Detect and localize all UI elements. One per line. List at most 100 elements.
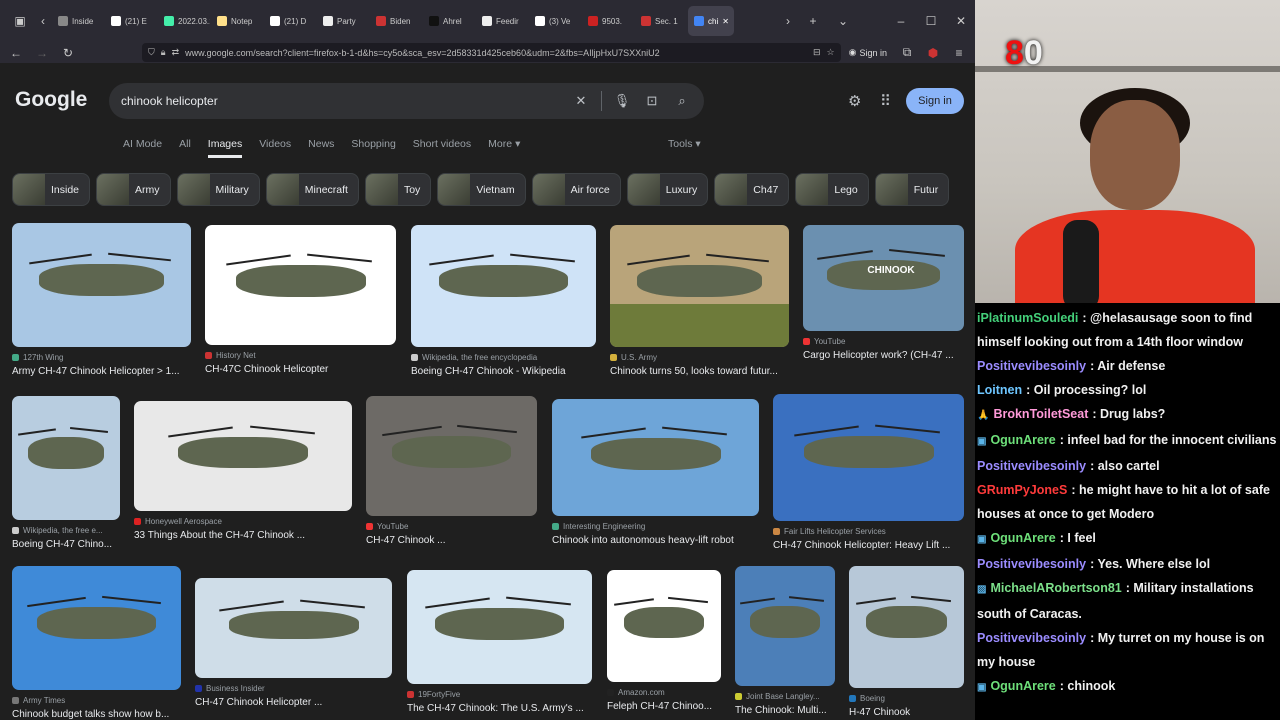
result-source[interactable]: YouTube xyxy=(366,522,537,531)
result-title[interactable]: The CH-47 Chinook: The U.S. Army's ... xyxy=(407,703,592,714)
browser-tab[interactable]: Inside xyxy=(52,6,104,36)
image-result[interactable]: Amazon.com Feleph CH-47 Chinoo... xyxy=(607,570,721,712)
result-title[interactable]: Feleph CH-47 Chinoo... xyxy=(607,701,721,712)
browser-tab[interactable]: (3) Ve xyxy=(529,6,581,36)
image-result[interactable]: History Net CH-47C Chinook Helicopter xyxy=(205,225,396,375)
result-title[interactable]: Cargo Helicopter work? (CH-47 ... xyxy=(803,350,964,361)
browser-tab[interactable]: 2022.03.1 xyxy=(158,6,210,36)
result-thumbnail[interactable] xyxy=(12,566,181,690)
result-source[interactable]: Honeywell Aerospace xyxy=(134,517,352,526)
chip-luxury[interactable]: Luxury xyxy=(626,173,709,206)
image-result[interactable]: Wikipedia, the free encyclopedia Boeing … xyxy=(411,225,596,377)
result-source[interactable]: Boeing xyxy=(849,694,964,703)
chip-inside[interactable]: Inside xyxy=(12,173,91,206)
tab-overview-icon[interactable]: ▣ xyxy=(6,6,34,36)
result-title[interactable]: H-47 Chinook xyxy=(849,707,964,718)
chip-toy[interactable]: Toy xyxy=(364,173,432,206)
browser-tab[interactable]: Sec. 1 xyxy=(635,6,687,36)
result-title[interactable]: CH-47 Chinook ... xyxy=(366,535,537,546)
result-title[interactable]: CH-47 Chinook Helicopter: Heavy Lift ... xyxy=(773,540,964,551)
minimize-icon[interactable]: – xyxy=(887,6,915,36)
image-result[interactable]: YouTube CH-47 Chinook ... xyxy=(366,396,537,546)
tab-news[interactable]: News xyxy=(308,138,334,158)
image-result[interactable]: Fair Lifts Helicopter Services CH-47 Chi… xyxy=(773,394,964,551)
close-window-icon[interactable]: ✕ xyxy=(947,6,975,36)
result-title[interactable]: Chinook turns 50, looks toward futur... xyxy=(610,366,789,377)
image-result[interactable]: U.S. Army Chinook turns 50, looks toward… xyxy=(610,225,789,377)
image-result[interactable]: Joint Base Langley... The Chinook: Multi… xyxy=(735,566,835,716)
result-title[interactable]: Chinook budget talks show how b... xyxy=(12,709,181,720)
image-result[interactable]: Honeywell Aerospace 33 Things About the … xyxy=(134,401,352,541)
browser-tab[interactable]: chi ✕ xyxy=(688,6,734,36)
result-thumbnail[interactable] xyxy=(773,394,964,521)
tab-all[interactable]: All xyxy=(179,138,191,158)
result-source[interactable]: Army Times xyxy=(12,696,181,705)
tools-button[interactable]: Tools ▾ xyxy=(668,138,701,150)
browser-tab[interactable]: (21) E xyxy=(105,6,157,36)
reader-icon[interactable]: ⊟ xyxy=(813,47,821,58)
result-source[interactable]: Fair Lifts Helicopter Services xyxy=(773,527,964,536)
bookmark-star-icon[interactable]: ☆ xyxy=(827,47,835,58)
image-result[interactable]: CHINOOK YouTube Cargo Helicopter work? (… xyxy=(803,225,964,361)
clear-icon[interactable]: ✕ xyxy=(571,93,591,109)
image-result[interactable]: 19FortyFive The CH-47 Chinook: The U.S. … xyxy=(407,570,592,714)
browser-tab[interactable]: (21) D xyxy=(264,6,316,36)
result-thumbnail[interactable] xyxy=(12,223,191,347)
lens-icon[interactable]: ⊡ xyxy=(642,93,662,109)
menu-icon[interactable]: ≡ xyxy=(947,43,971,63)
permissions-icon[interactable]: ⇄ xyxy=(172,47,180,58)
chip-lego[interactable]: Lego xyxy=(795,173,869,206)
back-icon[interactable]: ← xyxy=(4,43,28,63)
tab-more[interactable]: More xyxy=(488,138,512,158)
ublock-icon[interactable]: ⬢ xyxy=(921,43,945,63)
extensions-icon[interactable]: ⧉ xyxy=(895,43,919,63)
tab-scroll-left-icon[interactable]: ‹ xyxy=(36,6,50,36)
browser-tab[interactable]: Ahrel xyxy=(423,6,475,36)
result-thumbnail[interactable] xyxy=(407,570,592,684)
browser-tab[interactable]: 9503. xyxy=(582,6,634,36)
browser-tab[interactable]: Biden xyxy=(370,6,422,36)
result-source[interactable]: Wikipedia, the free e... xyxy=(12,526,120,535)
forward-icon[interactable]: → xyxy=(30,43,54,63)
result-source[interactable]: Amazon.com xyxy=(607,688,721,697)
result-source[interactable]: Business Insider xyxy=(195,684,392,693)
voice-search-icon[interactable]: 🎙︎ xyxy=(612,93,632,109)
result-source[interactable]: Interesting Engineering xyxy=(552,522,759,531)
result-title[interactable]: 33 Things About the CH-47 Chinook ... xyxy=(134,530,352,541)
result-thumbnail[interactable] xyxy=(552,399,759,516)
image-result[interactable]: Business Insider CH-47 Chinook Helicopte… xyxy=(195,578,392,708)
image-result[interactable]: Boeing H-47 Chinook xyxy=(849,566,964,718)
result-title[interactable]: Boeing CH-47 Chino... xyxy=(12,539,120,550)
result-thumbnail[interactable] xyxy=(735,566,835,686)
google-logo[interactable]: Google xyxy=(15,88,87,112)
result-thumbnail[interactable] xyxy=(134,401,352,511)
browser-tab[interactable]: Notep xyxy=(211,6,263,36)
chip-military[interactable]: Military xyxy=(176,173,260,206)
reload-icon[interactable]: ↻ xyxy=(56,43,80,63)
url-bar[interactable]: ⛉ 🔒︎ ⇄ www.google.com/search?client=fire… xyxy=(142,43,841,62)
chip-ch47[interactable]: Ch47 xyxy=(714,173,790,206)
settings-gear-icon[interactable]: ⚙ xyxy=(848,92,861,110)
tab-short-videos[interactable]: Short videos xyxy=(413,138,471,158)
result-title[interactable]: Boeing CH-47 Chinook - Wikipedia xyxy=(411,366,596,377)
image-result[interactable]: 127th Wing Army CH-47 Chinook Helicopter… xyxy=(12,223,191,377)
result-source[interactable]: Wikipedia, the free encyclopedia xyxy=(411,353,596,362)
result-title[interactable]: CH-47 Chinook Helicopter ... xyxy=(195,697,392,708)
chip-air force[interactable]: Air force xyxy=(531,173,621,206)
browser-tab[interactable]: Party xyxy=(317,6,369,36)
chip-minecraft[interactable]: Minecraft xyxy=(265,173,359,206)
result-thumbnail[interactable]: CHINOOK xyxy=(803,225,964,331)
tab-shopping[interactable]: Shopping xyxy=(351,138,395,158)
tab-images[interactable]: Images xyxy=(207,138,243,158)
chip-futur[interactable]: Futur xyxy=(874,173,950,206)
result-thumbnail[interactable] xyxy=(849,566,964,688)
result-source[interactable]: U.S. Army xyxy=(610,353,789,362)
result-title[interactable]: Chinook into autonomous heavy-lift robot xyxy=(552,535,759,546)
url-text[interactable]: www.google.com/search?client=firefox-b-1… xyxy=(185,48,807,58)
image-result[interactable]: Interesting Engineering Chinook into aut… xyxy=(552,399,759,546)
google-signin-button[interactable]: Sign in xyxy=(906,88,964,114)
result-thumbnail[interactable] xyxy=(366,396,537,516)
result-thumbnail[interactable] xyxy=(12,396,120,520)
result-title[interactable]: CH-47C Chinook Helicopter xyxy=(205,364,396,375)
tab-scroll-right-icon[interactable]: › xyxy=(779,6,797,36)
